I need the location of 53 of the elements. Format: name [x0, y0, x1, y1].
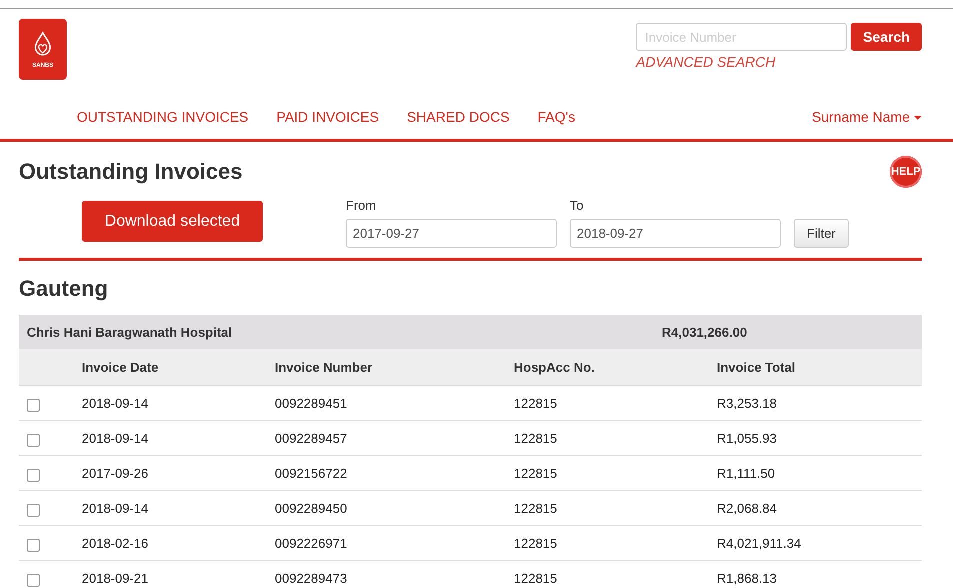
column-header: Invoice Total	[717, 360, 796, 374]
table-cell-text: 2018-09-21	[82, 570, 150, 586]
nav-link[interactable]: FAQ's	[538, 109, 576, 139]
table-cell: R2,068.84	[717, 500, 777, 516]
field-label: From	[346, 198, 378, 213]
table-cell-text: 2018-09-14	[82, 396, 150, 410]
field-label: To	[570, 198, 585, 213]
hospital-total: R4,031,266.00	[662, 324, 748, 340]
table-cell: R3,253.18	[717, 396, 777, 410]
row-checkbox[interactable]	[27, 468, 40, 482]
filter-button[interactable]: Filter	[794, 219, 849, 248]
nav-link[interactable]: SHARED DOCS	[407, 109, 510, 139]
nav-link[interactable]: PAID INVOICES	[276, 109, 380, 139]
download-button[interactable]: Download selected	[82, 201, 263, 242]
table-cell-text: 122815	[514, 396, 558, 410]
table-cell-text: 0092289457	[275, 430, 348, 446]
table-cell-text: 122815	[514, 500, 558, 516]
row-checkbox[interactable]	[27, 504, 40, 516]
help-button[interactable]: HELP	[890, 156, 922, 188]
table-cell: R4,021,911.34	[717, 536, 802, 550]
hospital-name: Chris Hani Baragwanath Hospital	[27, 324, 234, 340]
row-checkbox[interactable]	[27, 434, 40, 446]
advanced-search-link[interactable]: ADVANCED SEARCH	[636, 54, 922, 70]
nav-link[interactable]: OUTSTANDING INVOICES	[77, 109, 249, 139]
table-cell-text: 0092289451	[275, 396, 348, 410]
table-cell-text: 122815	[514, 466, 558, 480]
date-field[interactable]: 2018-09-27	[570, 219, 781, 248]
table-cell: R1,055.93	[717, 430, 777, 446]
table-cell: R1,111.50	[717, 466, 776, 480]
row-checkbox[interactable]	[27, 538, 40, 552]
table-cell-text: 0092289473	[275, 570, 348, 586]
table-cell-text: 2017-09-26	[82, 466, 150, 480]
region-title: Gauteng	[19, 276, 110, 302]
page-title: Outstanding Invoices	[19, 159, 243, 185]
row-checkbox[interactable]	[27, 398, 40, 412]
table-cell-text: 2018-02-16	[82, 536, 150, 550]
table-cell: R1,868.13	[717, 570, 777, 586]
table-cell-text: 0092226971	[275, 536, 348, 550]
date-field[interactable]: 2017-09-27	[346, 219, 557, 248]
table-cell-text: 122815	[514, 536, 558, 550]
table-cell-text: 2018-09-14	[82, 430, 150, 446]
column-header: HospAcc No.	[514, 360, 596, 374]
column-header: Invoice Number	[275, 360, 374, 374]
row-checkbox[interactable]	[27, 574, 40, 586]
table-cell-text: 122815	[514, 570, 558, 586]
search-button[interactable]: Search	[851, 23, 922, 51]
table-cell-text: 122815	[514, 430, 558, 446]
user-menu[interactable]: Surname Name	[812, 109, 922, 139]
drop-icon	[32, 30, 54, 56]
table-cell-text: 0092289450	[275, 500, 348, 516]
column-header: Invoice Date	[82, 360, 160, 374]
table-cell-text: 0092156722	[275, 466, 348, 480]
table-cell-text: 2018-09-14	[82, 500, 150, 516]
